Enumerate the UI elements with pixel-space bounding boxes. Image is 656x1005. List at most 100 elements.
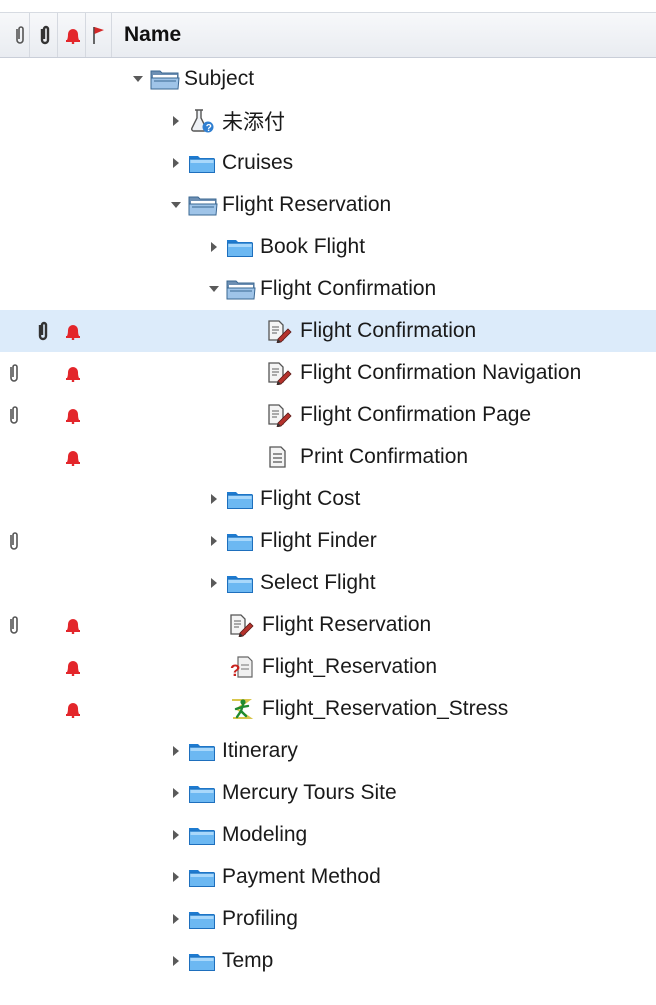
alert-bell-icon xyxy=(66,409,80,424)
alert-cell xyxy=(60,604,86,646)
manual-test-icon xyxy=(266,361,296,385)
tree-row[interactable]: Flight Reservation xyxy=(0,604,656,646)
expand-toggle[interactable] xyxy=(206,239,222,255)
alert-cell xyxy=(60,646,86,688)
expand-toggle[interactable] xyxy=(168,869,184,885)
alert-bell-icon xyxy=(66,703,80,718)
tree-row[interactable]: Itinerary xyxy=(0,730,656,772)
attachment-bold-column-header[interactable] xyxy=(32,13,58,57)
tree-row[interactable]: Flight Confirmation xyxy=(0,268,656,310)
alert-column-header[interactable] xyxy=(60,13,86,57)
expand-toggle[interactable] xyxy=(168,743,184,759)
toggle-spacer xyxy=(208,701,224,717)
tree-row[interactable]: Payment Method xyxy=(0,856,656,898)
alert-cell xyxy=(60,352,86,394)
tree-node[interactable]: Flight Cost xyxy=(206,478,360,520)
tree-row[interactable]: ? 未添付 xyxy=(0,100,656,142)
toggle-spacer xyxy=(208,659,224,675)
tree-node[interactable]: Flight Reservation xyxy=(168,184,391,226)
tree-node-label: Print Confirmation xyxy=(300,445,469,468)
attachment-column-header[interactable] xyxy=(10,13,30,57)
tree-node[interactable]: Flight Confirmation xyxy=(206,268,436,310)
folder-icon xyxy=(226,571,256,595)
tree-node[interactable]: Flight Confirmation xyxy=(246,310,476,352)
tree-row[interactable]: Flight Confirmation xyxy=(0,310,656,352)
tree-row[interactable]: Flight Confirmation Navigation xyxy=(0,352,656,394)
expand-toggle[interactable] xyxy=(168,113,184,129)
manual-test-icon xyxy=(266,319,296,343)
tree-row[interactable]: Modeling xyxy=(0,814,656,856)
expand-toggle[interactable] xyxy=(206,491,222,507)
tree-node[interactable]: ? 未添付 xyxy=(168,100,285,142)
tree-row[interactable]: Flight Cost xyxy=(0,478,656,520)
tree-node[interactable]: Mercury Tours Site xyxy=(168,772,397,814)
collapse-arrow-icon xyxy=(133,76,143,82)
attachment-icon xyxy=(15,26,24,44)
tree-node-label: Flight Confirmation Page xyxy=(300,403,532,426)
alert-cell xyxy=(60,394,86,436)
alert-cell xyxy=(60,436,86,478)
collapse-toggle[interactable] xyxy=(130,71,146,87)
tree-row[interactable]: Subject xyxy=(0,58,656,100)
expand-arrow-icon xyxy=(173,788,179,798)
tree-node[interactable]: Flight Confirmation Navigation xyxy=(246,352,581,394)
tree-node-label: Flight Reservation xyxy=(262,613,432,636)
tree-node[interactable]: Print Confirmation xyxy=(246,436,468,478)
expand-toggle[interactable] xyxy=(168,911,184,927)
folder-icon xyxy=(188,823,218,847)
tree-node[interactable]: Book Flight xyxy=(206,226,365,268)
tree-node[interactable]: Flight Finder xyxy=(206,520,377,562)
tree-row[interactable]: Print Confirmation xyxy=(0,436,656,478)
tree-row[interactable]: Book Flight xyxy=(0,226,656,268)
tree-node[interactable]: Select Flight xyxy=(206,562,376,604)
expand-toggle[interactable] xyxy=(168,953,184,969)
tree-row[interactable]: Mercury Tours Site xyxy=(0,772,656,814)
expand-arrow-icon xyxy=(173,116,179,126)
flag-column-header[interactable] xyxy=(86,13,112,57)
tree-node[interactable]: ? Flight_Reservation xyxy=(208,646,437,688)
tree-node[interactable]: Cruises xyxy=(168,142,293,184)
tree-node[interactable]: Profiling xyxy=(168,898,298,940)
collapse-arrow-icon xyxy=(171,202,181,208)
expand-arrow-icon xyxy=(173,158,179,168)
tree-node-label: Flight Confirmation Navigation xyxy=(300,361,582,384)
expand-toggle[interactable] xyxy=(206,533,222,549)
tree-node[interactable]: Flight Reservation xyxy=(208,604,431,646)
tree-node-label: Profiling xyxy=(222,907,298,930)
alert-bell-icon xyxy=(66,367,80,382)
tree-row[interactable]: Temp xyxy=(0,940,656,982)
expand-toggle[interactable] xyxy=(168,155,184,171)
tree-row[interactable]: Flight Confirmation Page xyxy=(0,394,656,436)
expand-arrow-icon xyxy=(173,956,179,966)
tree-row[interactable]: Profiling xyxy=(0,898,656,940)
tree-node[interactable]: Subject xyxy=(130,58,254,100)
attachment-cell xyxy=(8,604,58,646)
tree-node[interactable]: Modeling xyxy=(168,814,307,856)
folder-icon xyxy=(188,907,218,931)
expand-toggle[interactable] xyxy=(206,575,222,591)
tree-node[interactable]: Flight Confirmation Page xyxy=(246,394,531,436)
folder-open-icon xyxy=(188,193,218,217)
expand-toggle[interactable] xyxy=(168,785,184,801)
tree-row[interactable]: Flight Reservation xyxy=(0,184,656,226)
tree-node[interactable]: Temp xyxy=(168,940,273,982)
svg-text:?: ? xyxy=(230,661,240,679)
folder-icon xyxy=(188,949,218,973)
expand-toggle[interactable] xyxy=(168,827,184,843)
toggle-spacer xyxy=(208,617,224,633)
tree-node[interactable]: Itinerary xyxy=(168,730,298,772)
tree-row[interactable]: Cruises xyxy=(0,142,656,184)
tree-node[interactable]: Flight_Reservation_Stress xyxy=(208,688,508,730)
tree-row[interactable]: ? Flight_Reservation xyxy=(0,646,656,688)
column-header: Name xyxy=(0,12,656,58)
tree-row[interactable]: Select Flight xyxy=(0,562,656,604)
collapse-toggle[interactable] xyxy=(168,197,184,213)
tree-row[interactable]: Flight_Reservation_Stress xyxy=(0,688,656,730)
collapse-toggle[interactable] xyxy=(206,281,222,297)
tree-node-label: Flight Reservation xyxy=(222,193,392,216)
attachment-icon xyxy=(40,25,49,45)
tree-row[interactable]: Flight Finder xyxy=(0,520,656,562)
tree-node[interactable]: Payment Method xyxy=(168,856,381,898)
name-column-header[interactable]: Name xyxy=(124,13,181,57)
manual-test-icon xyxy=(266,403,296,427)
